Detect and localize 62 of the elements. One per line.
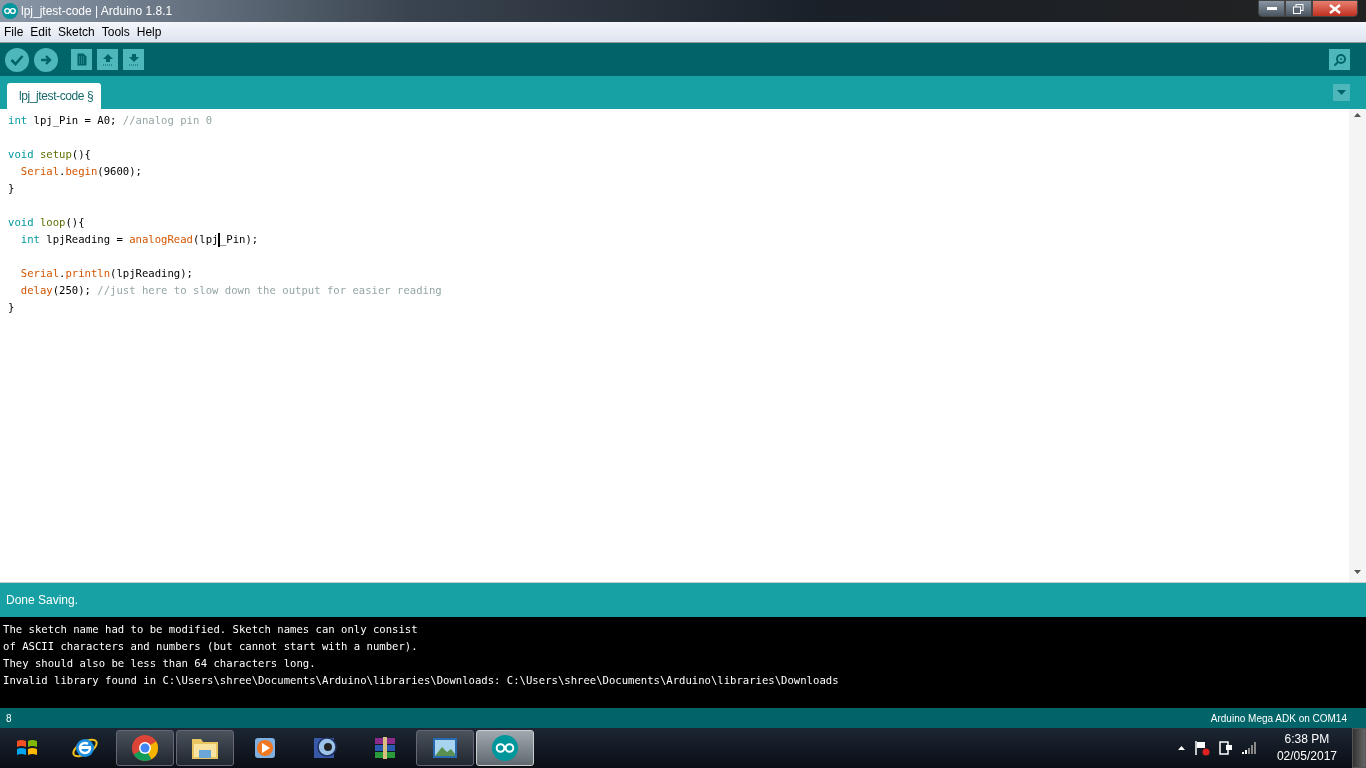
windows-logo-icon xyxy=(16,738,38,758)
scroll-down-icon xyxy=(1354,570,1361,574)
checkmark-icon xyxy=(10,53,24,66)
scroll-up-icon xyxy=(1354,113,1361,117)
code-line: Serial.println(lpjReading); xyxy=(19,266,194,281)
editor-tab[interactable]: lpj_jtest-code § xyxy=(7,83,102,109)
clock-date: 02/05/2017 xyxy=(1276,748,1337,765)
upload-button[interactable] xyxy=(34,47,58,72)
console-line: of ASCII characters and numbers (but cannot start with a number). xyxy=(3,639,419,654)
landscape-picture-icon xyxy=(431,736,459,760)
save-button[interactable] xyxy=(123,49,144,70)
infinity-logo-icon xyxy=(2,3,18,19)
open-button[interactable] xyxy=(97,49,118,70)
up-arrow-icon xyxy=(101,53,114,66)
close-button[interactable] xyxy=(1312,0,1358,17)
window-title: lpj_jtest-code | Arduino 1.8.1 xyxy=(21,4,173,18)
signal-bars-icon[interactable] xyxy=(1241,742,1256,754)
code-line: void loop(){ xyxy=(8,215,86,230)
scrollbar[interactable] xyxy=(1349,109,1366,582)
menu-item[interactable]: Edit xyxy=(30,25,52,39)
line-number: 8 xyxy=(6,712,12,724)
code-line: } xyxy=(8,181,16,196)
menu-item[interactable]: Help xyxy=(136,25,162,39)
show-hidden-icons-icon[interactable] xyxy=(1177,746,1185,750)
verify-button[interactable] xyxy=(5,47,29,72)
code-line: int lpj_Pin = A0; //analog pin 0 xyxy=(8,113,214,129)
serial-monitor-button[interactable] xyxy=(1329,49,1350,70)
menu-item[interactable]: File xyxy=(4,25,24,39)
board-port-label: Arduino Mega ADK on COM14 xyxy=(1210,712,1347,724)
taskbar-app-button[interactable] xyxy=(416,730,474,766)
play-icon xyxy=(252,735,278,761)
code-line: int lpjReading = analogRead(lpj_Pin); xyxy=(19,232,260,248)
colored-circle-icon xyxy=(131,734,159,762)
flag-icon[interactable] xyxy=(1193,740,1210,756)
restore-icon xyxy=(1293,3,1304,14)
document-icon xyxy=(76,53,87,66)
taskbar-app-button[interactable] xyxy=(116,730,174,766)
console-line: Invalid library found in C:\Users\shree\Documents\Arduino\libraries\Downloads: C:\Users\shree\Documents\Arduino\libraries\Downloads xyxy=(3,673,840,688)
minimize-icon xyxy=(1266,6,1277,11)
menu-item[interactable]: Sketch xyxy=(58,25,95,39)
code-line: Serial.begin(9600); xyxy=(19,164,143,179)
maximize-button[interactable] xyxy=(1285,0,1312,17)
console-line: The sketch name had to be modified. Sketch names can only consist xyxy=(3,622,419,637)
clock[interactable]: 6:38 PM 02/05/2017 xyxy=(1276,731,1337,765)
power-plug-icon[interactable] xyxy=(1218,740,1233,756)
clock-time: 6:38 PM xyxy=(1284,731,1330,748)
status-message: Done Saving. xyxy=(6,593,79,607)
right-arrow-icon xyxy=(40,53,52,66)
new-button[interactable] xyxy=(71,49,92,70)
close-icon xyxy=(1329,3,1341,14)
down-arrow-icon xyxy=(127,53,140,66)
infinity-logo-icon xyxy=(491,734,519,762)
console-line: They should also be less than 64 characters long. xyxy=(3,656,317,671)
tab-menu-button[interactable] xyxy=(1333,84,1350,101)
code-line: delay(250); //just here to slow down the output for easier reading xyxy=(19,283,443,298)
taskbar-app-button[interactable] xyxy=(176,730,234,766)
magnifier-icon xyxy=(1332,52,1347,67)
menu-item[interactable]: Tools xyxy=(101,25,130,39)
code-line: } xyxy=(8,300,16,315)
caret-down-icon xyxy=(1337,90,1346,95)
code-line: void setup(){ xyxy=(8,147,92,162)
minimize-button[interactable] xyxy=(1258,0,1285,17)
